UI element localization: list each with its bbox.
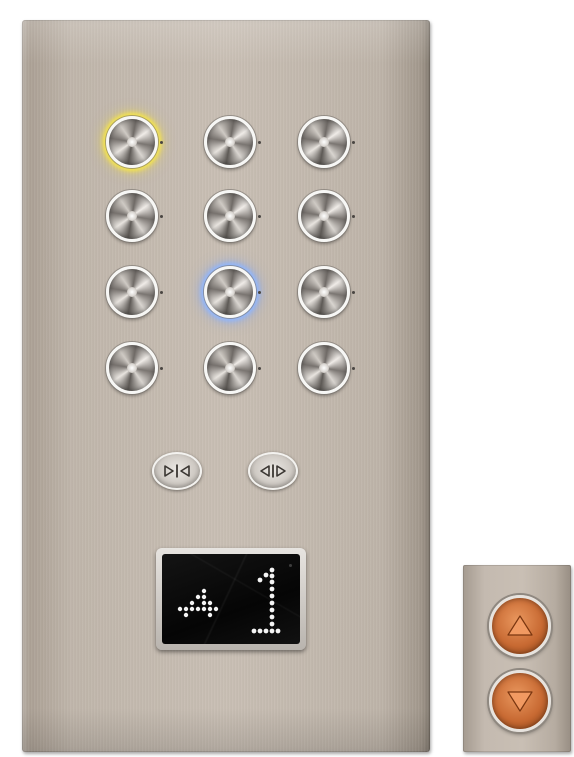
button-marker-dot (258, 291, 261, 294)
button-marker-dot (258, 367, 261, 370)
floor-indicator-display: 1 (156, 548, 306, 650)
button-marker-dot (160, 215, 163, 218)
button-marker-dot (160, 141, 163, 144)
arrow-down-icon (507, 691, 533, 712)
floor-button-4[interactable] (106, 190, 163, 242)
button-marker-dot (160, 367, 163, 370)
door-open-button[interactable] (248, 452, 298, 490)
elevator-car-panel: 1 (22, 20, 430, 752)
current-floor-value: 1 (285, 571, 286, 572)
floor-button-6[interactable] (298, 190, 355, 242)
floor-number-dot-matrix (251, 567, 281, 634)
display-screen: 1 (162, 554, 300, 644)
floor-button-10[interactable] (106, 342, 163, 394)
floor-button-12[interactable] (298, 342, 355, 394)
floor-button-3[interactable] (298, 116, 355, 168)
door-close-button[interactable] (152, 452, 202, 490)
floor-button-8[interactable] (204, 266, 261, 318)
floor-button-7[interactable] (106, 266, 163, 318)
floor-button-11[interactable] (204, 342, 261, 394)
hall-call-panel (463, 565, 571, 752)
floor-button-5[interactable] (204, 190, 261, 242)
call-down-button[interactable] (489, 670, 551, 732)
door-open-icon (260, 464, 286, 478)
display-sensor-dot (289, 564, 292, 567)
call-up-button[interactable] (489, 595, 551, 657)
floor-button-1[interactable] (106, 116, 163, 168)
floor-button-2[interactable] (204, 116, 261, 168)
arrow-up-icon (507, 615, 533, 636)
button-marker-dot (258, 215, 261, 218)
button-marker-dot (258, 141, 261, 144)
floor-button-9[interactable] (298, 266, 355, 318)
door-close-icon (164, 464, 190, 478)
direction-arrow-dot-matrix-icon (177, 588, 219, 618)
button-marker-dot (352, 215, 355, 218)
button-marker-dot (352, 367, 355, 370)
button-marker-dot (352, 141, 355, 144)
elevator-scene: 1 (0, 0, 574, 757)
button-marker-dot (160, 291, 163, 294)
button-marker-dot (352, 291, 355, 294)
